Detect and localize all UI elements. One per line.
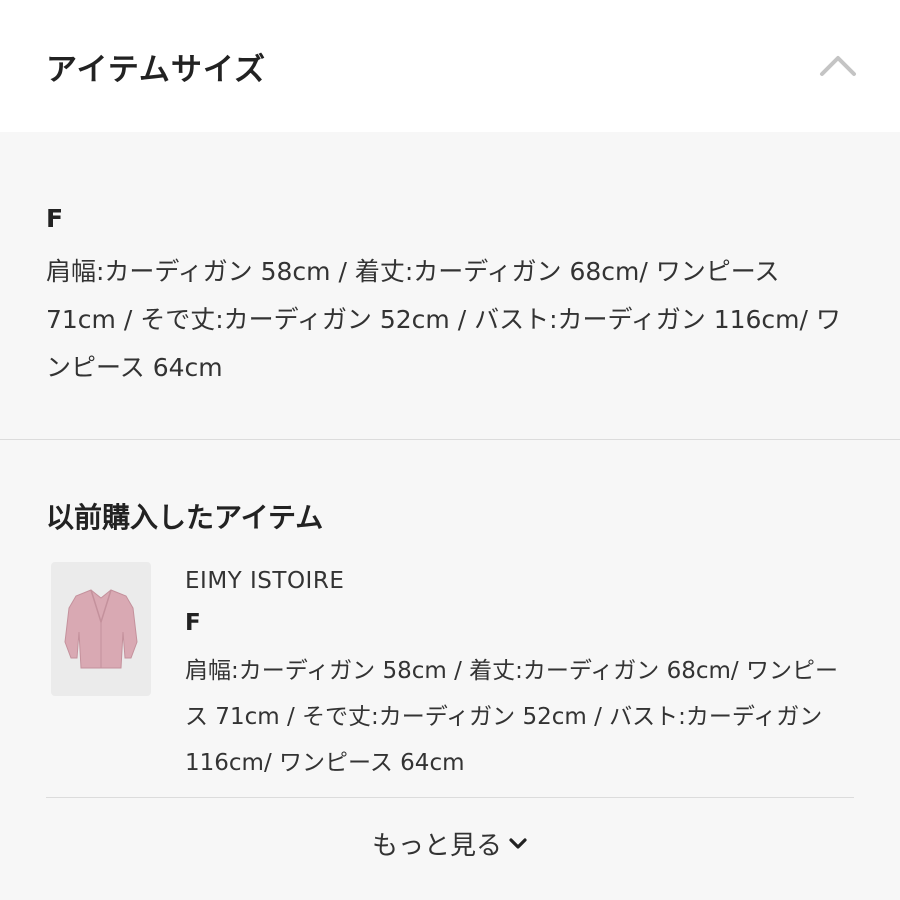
size-label: F	[46, 204, 64, 233]
product-thumbnail[interactable]	[51, 562, 151, 696]
item-brand[interactable]: EIMY ISTOIRE	[185, 568, 344, 594]
divider	[46, 797, 854, 798]
divider	[0, 439, 900, 440]
item-size-description: 肩幅:カーディガン 58cm / 着丈:カーディガン 68cm/ ワンピース 7…	[185, 658, 838, 776]
chevron-down-icon	[509, 837, 527, 849]
cardigan-image	[64, 589, 138, 669]
size-description: 肩幅:カーディガン 58cm / 着丈:カーディガン 68cm/ ワンピース 7…	[46, 257, 841, 382]
item-size-block: F 肩幅:カーディガン 58cm / 着丈:カーディガン 68cm/ ワンピース…	[0, 132, 900, 439]
chevron-up-icon[interactable]	[818, 50, 858, 80]
show-more-label: もっと見る	[371, 831, 502, 861]
section-title: アイテムサイズ	[46, 52, 266, 88]
previous-purchases-title: 以前購入したアイテム	[46, 501, 324, 534]
show-more-button[interactable]: もっと見る	[0, 825, 900, 862]
section-header[interactable]: アイテムサイズ	[0, 0, 900, 132]
item-size-label: F	[185, 610, 201, 636]
